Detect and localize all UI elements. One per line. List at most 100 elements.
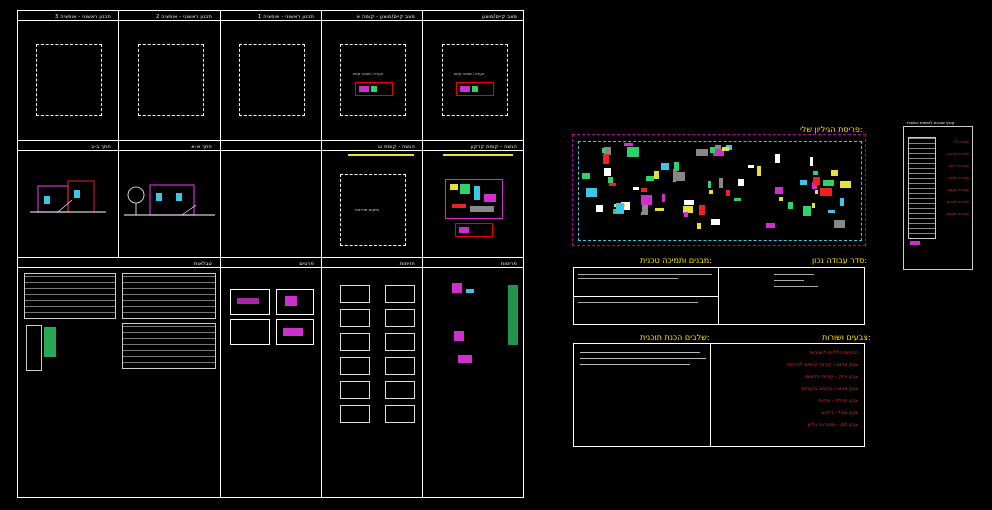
layer-name: שכבת טקסט bbox=[947, 187, 969, 192]
detail-box bbox=[230, 319, 270, 345]
thumbnail-block bbox=[709, 190, 713, 194]
thumbnail-block bbox=[662, 194, 665, 202]
cell-title-r1c3: תכנון ראשוני - אופציה 1 bbox=[258, 14, 314, 20]
thumbnail-block bbox=[775, 187, 783, 194]
cell-title-r2c2: חתך א-א bbox=[191, 144, 212, 150]
red-note: צבע אדום - קירות קיימים להריסה bbox=[786, 362, 858, 368]
thumbnail-block bbox=[748, 165, 754, 168]
row-divider bbox=[18, 140, 523, 141]
red-note: צבע סגול - ריהוט bbox=[821, 410, 858, 416]
thumbnail-block bbox=[803, 206, 811, 216]
col-divider bbox=[118, 11, 119, 257]
thumbnail-block bbox=[738, 179, 744, 186]
row-divider bbox=[18, 257, 523, 258]
yellow-note-line bbox=[348, 154, 414, 156]
thumbnail-block bbox=[633, 187, 639, 190]
elevation-sheet bbox=[340, 381, 370, 399]
yellow-note-line bbox=[443, 154, 513, 156]
work-title-left: מבנים ותמיכה טכנית: bbox=[640, 256, 712, 265]
colors-box: הנחיות כלליות לשכבות צבע אדום - קירות קיי… bbox=[573, 343, 865, 447]
data-table-2 bbox=[122, 273, 216, 319]
plan-outline bbox=[36, 44, 102, 116]
thumbnail-block bbox=[726, 190, 730, 196]
layers-title: קובץ שכבות לשימוש המשרד bbox=[906, 120, 955, 125]
elevation-sheet bbox=[340, 333, 370, 351]
thumbnail-block bbox=[788, 202, 793, 209]
data-table-1 bbox=[24, 273, 116, 319]
elevation-sheet bbox=[340, 285, 370, 303]
cell-title-r1c1: תכנון ראשוני - אופציה 3 bbox=[55, 14, 111, 20]
cell-title-r3c4: פריסות bbox=[500, 261, 517, 267]
thumbnail-block bbox=[834, 220, 845, 228]
ground-floor-plan bbox=[445, 179, 503, 219]
elevation-sheet bbox=[385, 381, 415, 399]
elevation-sheet bbox=[385, 333, 415, 351]
thumbnail-block bbox=[697, 223, 701, 229]
thumbnail-block bbox=[775, 154, 780, 163]
thumbnail-block bbox=[608, 177, 613, 183]
detail-box bbox=[230, 289, 270, 315]
red-note: צבע צהוב - טקסט והערות bbox=[801, 386, 858, 392]
thumbnail-block bbox=[696, 149, 708, 156]
elevation-sheet bbox=[385, 357, 415, 375]
thumbnail-block bbox=[627, 147, 639, 157]
thumbnail-block bbox=[609, 183, 616, 186]
thumbnail-block bbox=[813, 171, 818, 175]
thumbnail-block bbox=[655, 208, 664, 211]
work-title-right: סדר עבודה נכון: bbox=[812, 256, 868, 265]
layout-small-3 bbox=[450, 351, 490, 369]
layout-small-2 bbox=[450, 327, 490, 349]
cell-title-r2c4: הגשה - קומת גג bbox=[377, 144, 415, 150]
plan-outline bbox=[239, 44, 305, 116]
thumbnail-block bbox=[812, 203, 815, 208]
layer-name: שכבת חתכים bbox=[946, 199, 969, 204]
thumbnail-block bbox=[641, 195, 652, 205]
thumbnail-block bbox=[684, 200, 694, 205]
thumbnail-block bbox=[684, 212, 688, 217]
red-note: צבע לבן - מסגרות גיליון bbox=[807, 422, 858, 428]
section-drawing-a bbox=[124, 184, 215, 216]
plan-outline bbox=[340, 44, 406, 116]
elevation-sheet bbox=[340, 309, 370, 327]
cell-title-r1c5: מצב קיים/מוצע bbox=[481, 14, 517, 20]
layout-legend bbox=[508, 285, 518, 345]
detail-box bbox=[276, 319, 314, 345]
thumbnail-block bbox=[699, 205, 705, 215]
thumbnail-block bbox=[828, 210, 835, 213]
thumbnail-block bbox=[673, 172, 685, 181]
thumbnail-block bbox=[596, 205, 603, 212]
thumbnail-block bbox=[722, 147, 729, 151]
existing-building-box bbox=[456, 82, 494, 96]
thumbnail-block bbox=[602, 148, 606, 153]
detail-box bbox=[276, 289, 314, 315]
thumbnail-block bbox=[719, 178, 723, 188]
title-band bbox=[18, 267, 523, 268]
thumbnail-strip bbox=[572, 134, 866, 246]
layout-small-1 bbox=[448, 279, 488, 309]
cell-title-r3c2: פרטים bbox=[299, 261, 314, 267]
cell-title-r1c4: מצב קיים/מוצע - קומה א bbox=[356, 14, 415, 20]
data-table-3 bbox=[122, 323, 216, 369]
thumbnail-block bbox=[582, 173, 590, 179]
thumbnail-block bbox=[646, 176, 654, 181]
thumbnail-block bbox=[800, 180, 807, 185]
elevation-sheet bbox=[385, 405, 415, 423]
colors-title-right: צבעים ושורות: bbox=[822, 333, 871, 342]
thumbnail-block bbox=[715, 145, 721, 149]
elevation-sheet bbox=[340, 357, 370, 375]
cell-title-r3c3: חזיתות bbox=[399, 261, 415, 267]
thumbnail-block bbox=[616, 203, 624, 213]
ground-floor-box bbox=[455, 223, 493, 237]
layer-name: שכבה 0 bbox=[955, 139, 969, 144]
layer-name: שכבת מידות bbox=[948, 175, 969, 180]
legend-green bbox=[44, 327, 56, 357]
title-band bbox=[18, 150, 523, 151]
layer-name: שכבת ריהוט bbox=[948, 163, 969, 168]
layers-panel: קובץ שכבות לשימוש המשרד שכבה 0 שכבת קירות… bbox=[903, 120, 973, 270]
thumbnail-block bbox=[810, 157, 813, 166]
thumbnail-block bbox=[820, 188, 832, 196]
legend-box bbox=[26, 325, 42, 371]
colors-title-left: שלבים הכנת תוכנית: bbox=[640, 333, 710, 342]
thumbnail-block bbox=[604, 168, 611, 176]
thumbnail-block bbox=[831, 170, 838, 176]
